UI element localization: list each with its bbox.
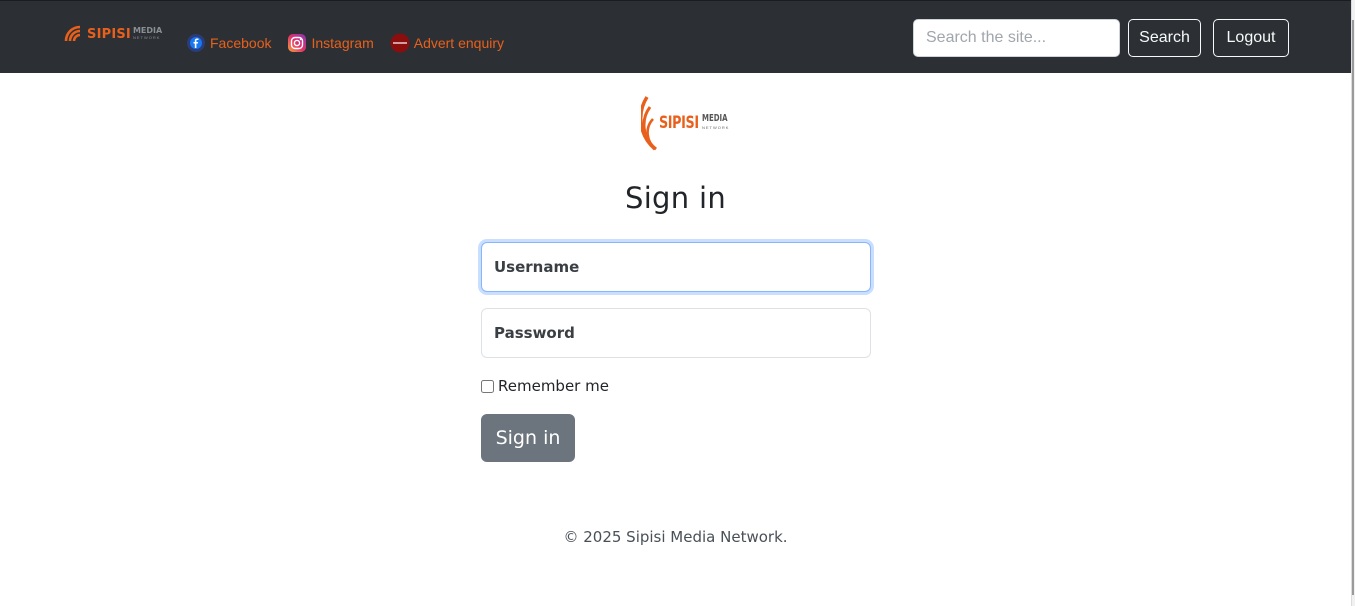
remember-me-label: Remember me bbox=[498, 377, 609, 395]
wifi-logo-icon bbox=[64, 25, 81, 42]
remember-me-checkbox[interactable] bbox=[481, 379, 494, 393]
facebook-icon bbox=[187, 34, 205, 52]
instagram-link[interactable]: Instagram bbox=[287, 33, 374, 53]
brand-sub-network: NETWORK bbox=[132, 35, 161, 40]
social-links: Facebook Instagram Advert enquiry bbox=[186, 33, 520, 53]
advert-enquiry-label: Advert enquiry bbox=[413, 35, 505, 51]
wifi-logo-icon bbox=[641, 96, 657, 151]
facebook-link[interactable]: Facebook bbox=[186, 33, 271, 53]
advert-enquiry-link[interactable]: Advert enquiry bbox=[390, 33, 504, 53]
sipisi-logo: SIPISI MEDIA NETWORK bbox=[641, 95, 738, 151]
facebook-label: Facebook bbox=[210, 35, 272, 51]
scrollbar-thumb[interactable] bbox=[1352, 20, 1354, 595]
page-title: Sign in bbox=[624, 181, 726, 215]
advert-icon bbox=[390, 33, 410, 53]
logo-name: SIPISI bbox=[659, 113, 699, 133]
username-field[interactable] bbox=[481, 242, 871, 292]
logout-button[interactable]: Logout bbox=[1213, 19, 1289, 57]
password-field[interactable] bbox=[481, 308, 871, 358]
top-navbar: SIPISI MEDIA NETWORK Facebook Instagram bbox=[0, 0, 1351, 73]
remember-me[interactable]: Remember me bbox=[481, 377, 609, 395]
logo-sub-network: NETWORK bbox=[701, 125, 730, 130]
brand-name: SIPISI bbox=[87, 26, 131, 42]
search-button[interactable]: Search bbox=[1128, 19, 1201, 57]
instagram-icon bbox=[288, 34, 307, 52]
site-search-input[interactable] bbox=[913, 19, 1120, 57]
brand-logo[interactable]: SIPISI MEDIA NETWORK bbox=[64, 25, 162, 43]
brand-sub-media: MEDIA bbox=[132, 26, 163, 35]
instagram-label: Instagram bbox=[311, 35, 374, 51]
footer-copyright: © 2025 Sipisi Media Network. bbox=[563, 528, 788, 546]
logo-sub-media: MEDIA bbox=[701, 113, 728, 124]
sign-in-button[interactable]: Sign in bbox=[481, 414, 575, 462]
